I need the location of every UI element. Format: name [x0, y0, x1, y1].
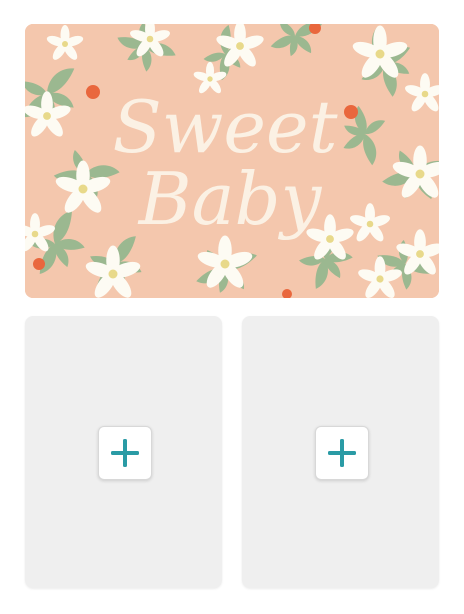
plus-icon	[327, 439, 356, 467]
card-editor: Sweet Baby	[0, 0, 464, 614]
photo-slot-left[interactable]	[25, 316, 222, 588]
floral-illustration: Sweet Baby	[25, 24, 439, 298]
hero-line-2: Baby	[137, 157, 323, 241]
photo-slot-right[interactable]	[242, 316, 439, 588]
add-photo-button[interactable]	[97, 426, 152, 480]
add-photo-button[interactable]	[314, 426, 369, 480]
card-front-design[interactable]: Sweet Baby	[25, 24, 439, 298]
plus-icon	[110, 439, 139, 467]
